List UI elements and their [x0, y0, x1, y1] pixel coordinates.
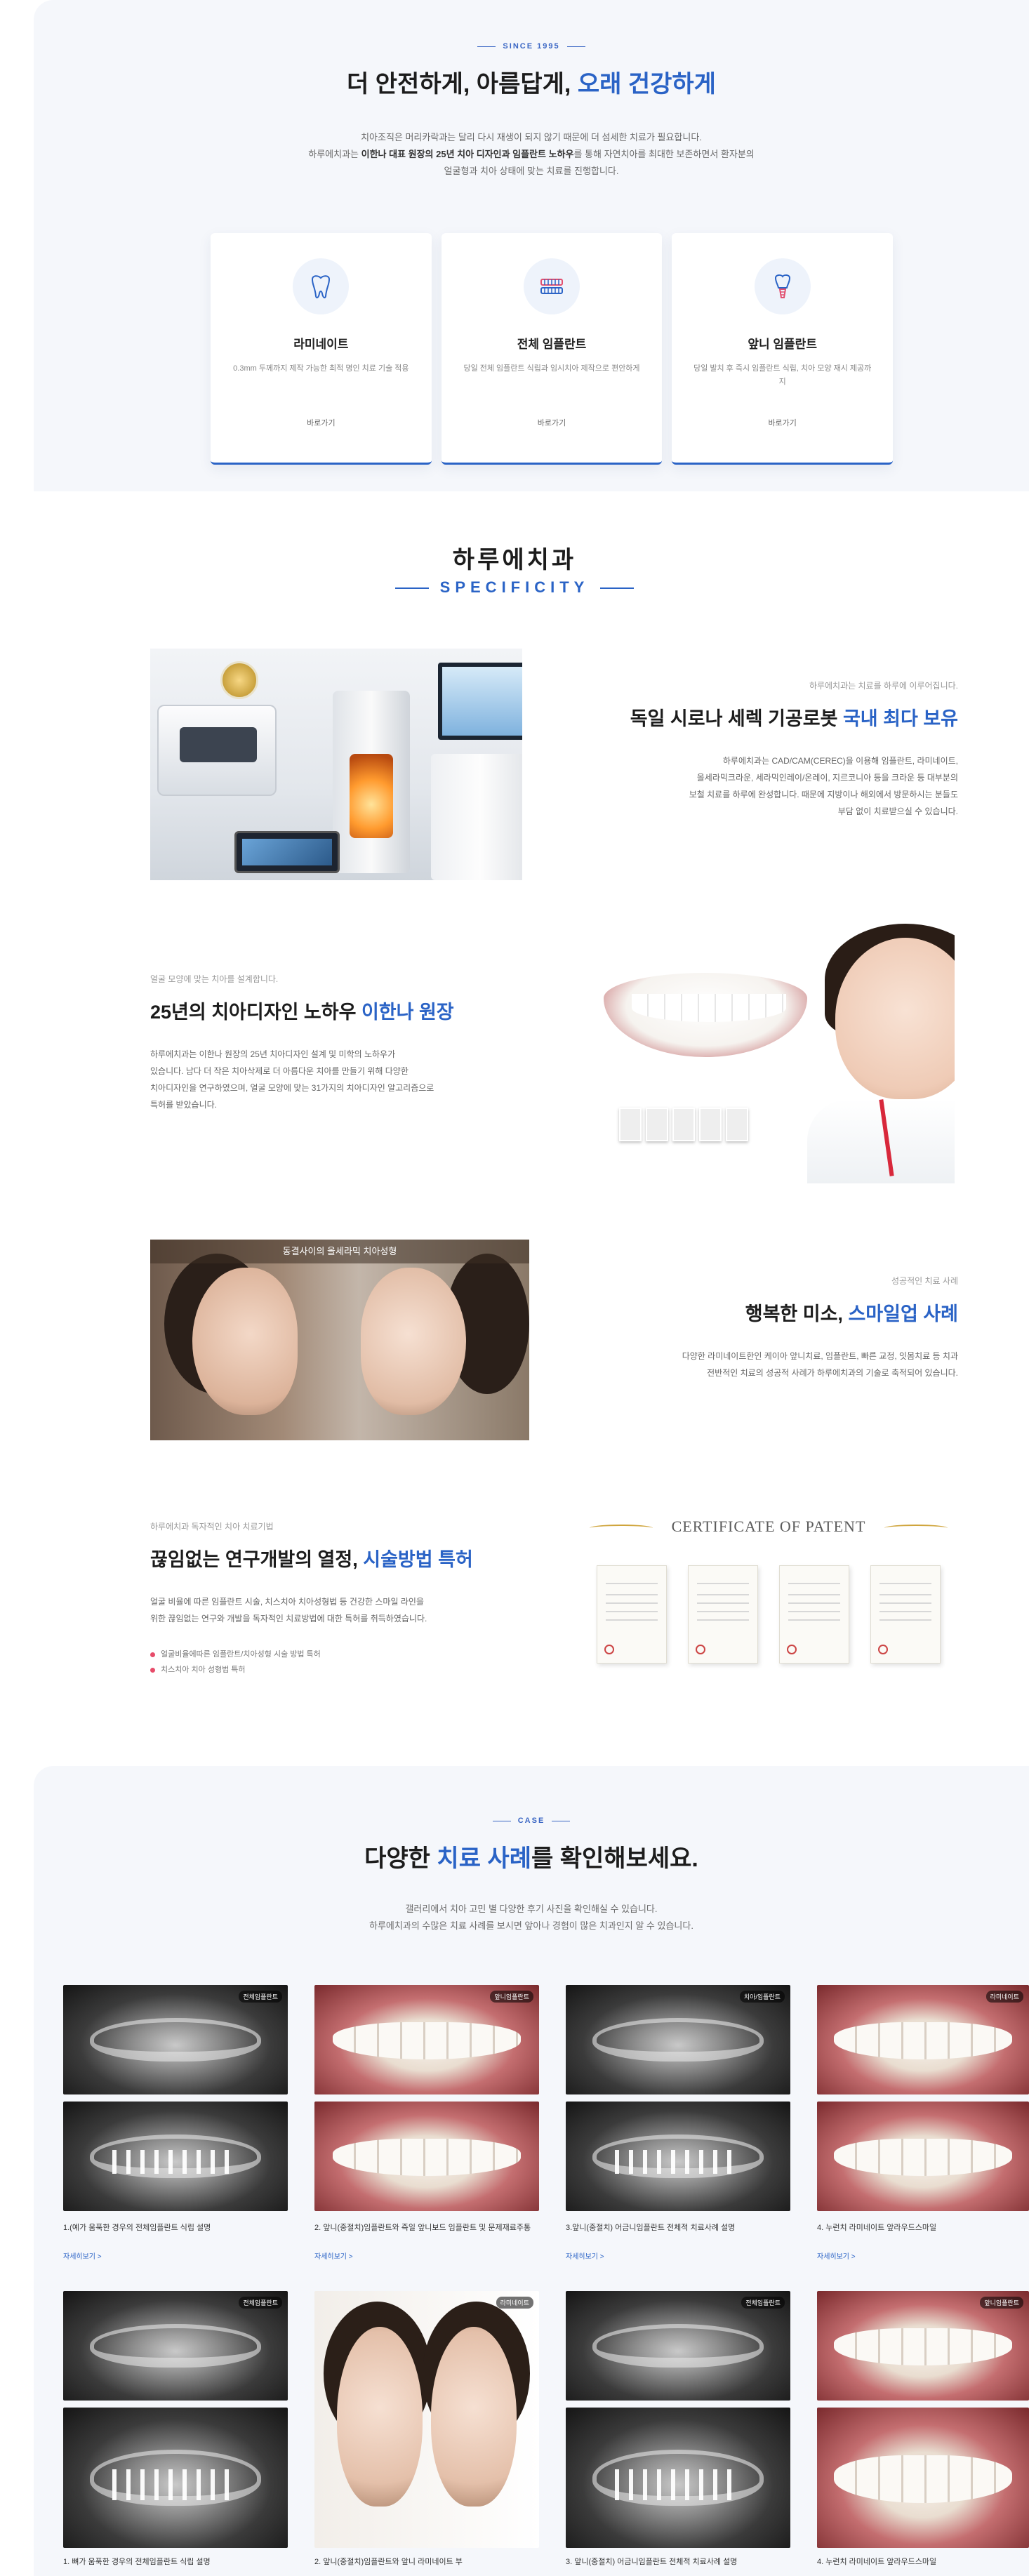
- cerec-machines-image: [150, 649, 522, 880]
- image-caption: 동결사이의 올세라믹 치아성형: [150, 1240, 529, 1263]
- case-image-after[interactable]: [817, 2102, 1029, 2211]
- card-front-implant[interactable]: 앞니 임플란트 당일 발치 후 즉시 임플란트 식립, 치아 모양 재시 제공까…: [672, 233, 894, 465]
- case-caption[interactable]: 2. 앞니(중절치)임플란트와 즉일 앞니보드 임플란트 및 문제재료주통: [314, 2222, 539, 2234]
- case-image-after[interactable]: [566, 2102, 790, 2211]
- case-image-before[interactable]: 앞니임플란트: [817, 2291, 1029, 2401]
- case-more-link[interactable]: 자세히보기 >: [817, 2250, 856, 2261]
- case-image-after[interactable]: [63, 2408, 288, 2548]
- case-tag: 앞니임플란트: [980, 2297, 1023, 2309]
- case-caption[interactable]: 4. 누런치 라미네이트 앞라우드스마일: [817, 2222, 1029, 2234]
- feature-label: 하루에치과 독자적인 치아 치료기법: [150, 1522, 274, 1532]
- card-more-link[interactable]: 바로가기: [211, 417, 432, 428]
- bullet-item: 치스치아 치아 성형법 특허: [150, 1662, 543, 1678]
- case-image-before[interactable]: 전체임플란트: [63, 2291, 288, 2401]
- card-title: 라미네이트: [293, 338, 349, 351]
- full-implant-icon: [524, 258, 580, 314]
- case-image-after[interactable]: [817, 2408, 1029, 2548]
- feature-title: 독일 시로나 세렉 기공로봇 국내 최다 보유: [630, 708, 958, 729]
- case-tag: 치아/임플란트: [739, 1991, 785, 2003]
- award-badge-icon: [220, 661, 258, 699]
- patent-certificates-image: CERTIFICATE OF PATENT: [583, 1509, 955, 1706]
- case-image-before[interactable]: 라미네이트: [817, 1985, 1029, 2094]
- case-more-link[interactable]: 자세히보기 >: [63, 2250, 102, 2261]
- case-image-before[interactable]: 앞니임플란트: [314, 1985, 539, 2094]
- case-title: 다양한 치료 사례를 확인해보세요.: [364, 1845, 698, 1872]
- smile-makeover-image: 동결사이의 올세라믹 치아성형: [150, 1240, 529, 1440]
- case-image-after[interactable]: [63, 2102, 288, 2211]
- treatment-cards: 라미네이트 0.3mm 두께까지 제작 가능한 최적 명인 치료 기술 적용 바…: [211, 233, 894, 465]
- case-image-after[interactable]: [566, 2408, 790, 2548]
- intro-title: 더 안전하게, 아름답게, 오래 건강하게: [347, 71, 716, 98]
- feature-desc: 하루에치과는 이한나 원장의 25년 치아디자인 설계 및 미학의 노하우가 있…: [150, 1049, 434, 1110]
- bullet-item: 얼굴비율에따른 임플란트/치아성형 시술 방법 특허: [150, 1647, 543, 1662]
- case-image-portrait[interactable]: 라미네이트: [314, 2291, 539, 2548]
- case-image-before[interactable]: 치아/임플란트: [566, 1985, 790, 2094]
- card-desc: 0.3mm 두께까지 제작 가능한 최적 명인 치료 기술 적용: [233, 364, 409, 373]
- case-caption[interactable]: 3. 앞니(중절치) 어금니임플란트 전체적 치료사례 설명: [566, 2556, 790, 2568]
- feature-label: 성공적인 치료 사례: [891, 1276, 958, 1286]
- card-desc: 당일 발치 후 즉시 임플란트 식립, 치아 모양 재시 제공까지: [693, 364, 872, 386]
- specificity-title: 하루에치과: [452, 547, 577, 573]
- feature-title: 행복한 미소, 스마일업 사례: [745, 1303, 958, 1324]
- case-caption[interactable]: 3.앞니(중절치) 어금니임플란트 전체적 치료사례 설명: [566, 2222, 790, 2234]
- front-tooth-implant-icon: [754, 258, 811, 314]
- card-more-link[interactable]: 바로가기: [442, 417, 663, 428]
- feature-label: 하루에치과는 치료를 하루에 이루어집니다.: [809, 681, 958, 691]
- case-more-link[interactable]: 자세히보기 >: [314, 2250, 353, 2261]
- card-more-link[interactable]: 바로가기: [672, 417, 893, 428]
- case-tag: 전체임플란트: [239, 2297, 282, 2309]
- case-tag: 전체임플란트: [741, 2297, 785, 2309]
- dentist-smile-image: [604, 924, 955, 1190]
- feature-desc: 다양한 라미네이트한인 케이아 앞니치료, 임플란트, 빠른 교정, 잇몸치료 …: [682, 1351, 958, 1378]
- case-intro: 갤러리에서 치아 고민 별 다양한 후기 사진을 확인해실 수 있습니다. 하루…: [369, 1904, 693, 1931]
- card-title: 전체 임플란트: [517, 338, 587, 351]
- case-caption[interactable]: 4. 누런치 라미네이트 앞라우드스마일: [817, 2556, 1029, 2568]
- case-eyebrow: CASE: [34, 1817, 1029, 1825]
- card-desc: 당일 전체 임플란트 식립과 임시치아 제작으로 편안하게: [463, 364, 640, 373]
- feature-title: 끊임없는 연구개발의 열정, 시술방법 특허: [150, 1549, 473, 1570]
- case-more-link[interactable]: 자세히보기 >: [566, 2250, 604, 2261]
- specificity-subtitle: SPECIFICITY: [0, 578, 1029, 597]
- feature-desc: 얼굴 비율에 따른 임플란트 시술, 치스치아 치아성형법 등 건강한 스마일 …: [150, 1597, 427, 1624]
- case-section: CASE 다양한 치료 사례를 확인해보세요. 갤러리에서 치아 고민 별 다양…: [34, 1766, 1029, 2576]
- patent-bullets: 얼굴비율에따른 임플란트/치아성형 시술 방법 특허 치스치아 치아 성형법 특…: [150, 1647, 543, 1678]
- case-tag: 라미네이트: [985, 1991, 1023, 2003]
- case-caption[interactable]: 1. 뼈가 움푹한 경우의 전체임플란트 식립 설명: [63, 2556, 288, 2568]
- case-image-before[interactable]: 전체임플란트: [566, 2291, 790, 2401]
- feature-title: 25년의 치아디자인 노하우 이한나 원장: [150, 1002, 454, 1023]
- case-tag: 앞니임플란트: [490, 1991, 533, 2003]
- case-image-after[interactable]: [314, 2102, 539, 2211]
- since-eyebrow: SINCE 1995: [34, 42, 1029, 51]
- case-image-before[interactable]: 전체임플란트: [63, 1985, 288, 2094]
- feature-label: 얼굴 모양에 맞는 치아를 설계합니다.: [150, 974, 279, 984]
- case-tag: 전체임플란트: [239, 1991, 282, 2003]
- card-full-implant[interactable]: 전체 임플란트 당일 전체 임플란트 식립과 임시치아 제작으로 편안하게 바로…: [441, 233, 663, 465]
- case-tag: 라미네이트: [496, 2297, 533, 2309]
- case-caption[interactable]: 1.(예가 움푹한 경우의 전체임플란트 식립 설명: [63, 2222, 288, 2234]
- card-title: 앞니 임플란트: [748, 338, 817, 351]
- feature-desc: 하루에치과는 CAD/CAM(CEREC)을 이용해 임플란트, 라미네이트, …: [689, 756, 958, 816]
- case-caption[interactable]: 2. 앞니(중절치)임플란트와 앞니 라미네이트 부: [314, 2556, 539, 2568]
- intro-paragraph: 치아조직은 머리카락과는 달리 다시 재생이 되지 않기 때문에 더 섬세한 치…: [308, 132, 755, 176]
- card-laminate[interactable]: 라미네이트 0.3mm 두께까지 제작 가능한 최적 명인 치료 기술 적용 바…: [211, 233, 432, 465]
- page: SINCE 1995 더 안전하게, 아름답게, 오래 건강하게 치아조직은 머…: [0, 0, 1029, 2576]
- tooth-veneer-icon: [293, 258, 350, 314]
